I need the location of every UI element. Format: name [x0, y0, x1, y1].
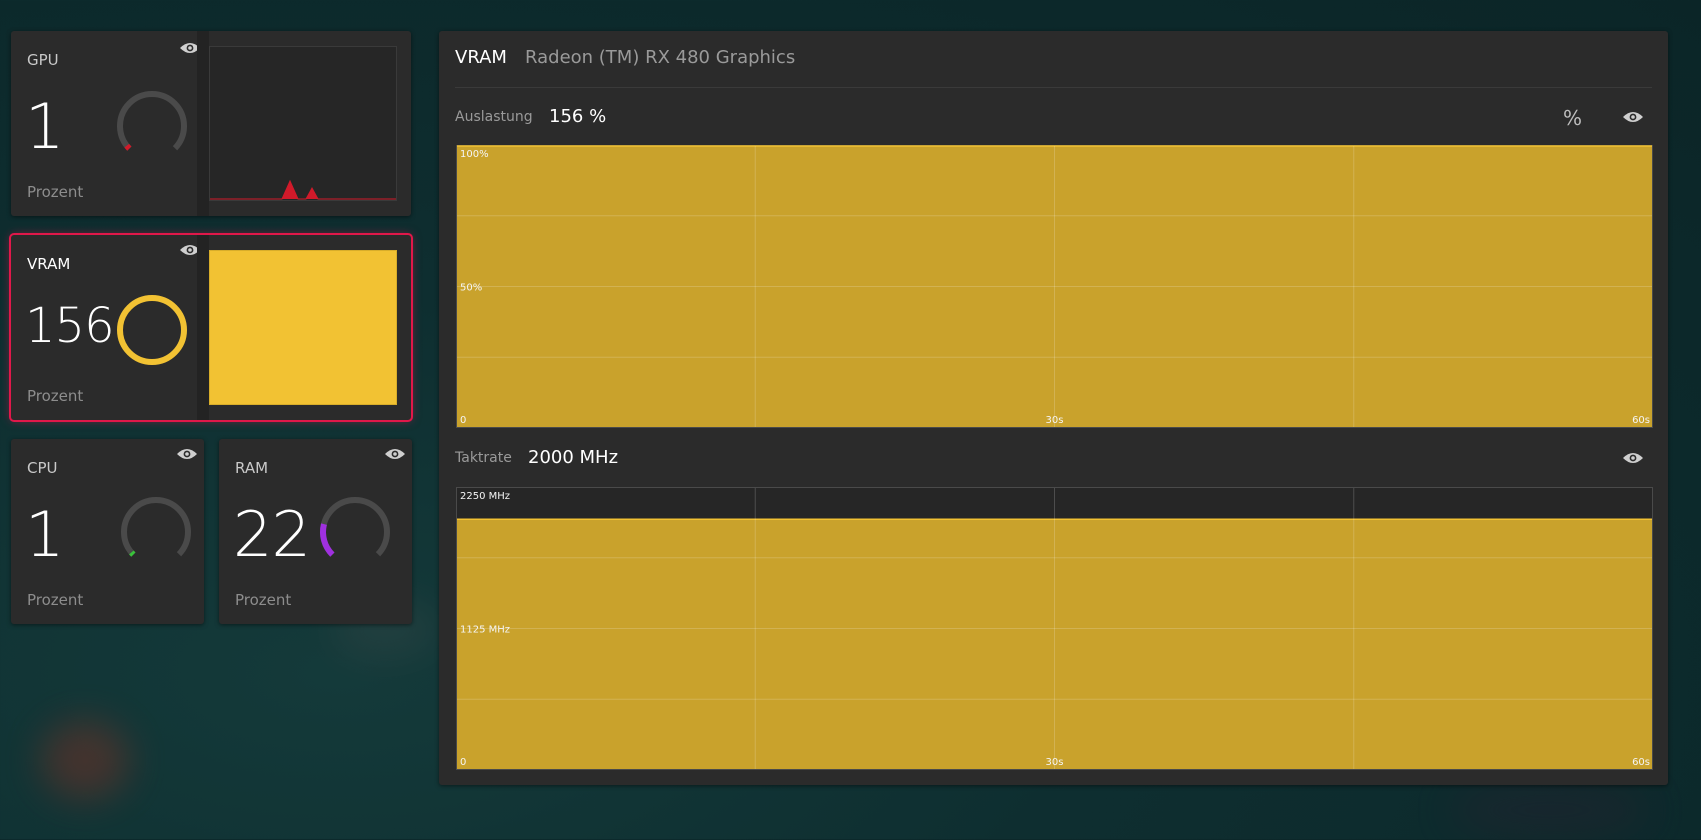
y-tick-label: 50% — [460, 283, 482, 294]
clock-chart: 2250 MHz 1125 MHz 0 30s 60s — [456, 487, 1653, 770]
vram-tile[interactable]: VRAM 156 Prozent — [9, 233, 413, 422]
background-blob — [1450, 780, 1650, 840]
usage-label: Auslastung — [455, 109, 533, 125]
tile-title: GPU — [27, 51, 59, 69]
tile-divider — [197, 31, 209, 216]
eye-icon[interactable] — [176, 447, 198, 461]
cpu-gauge — [121, 497, 191, 567]
ram-value: 22 — [233, 498, 311, 571]
clock-label: Taktrate — [455, 450, 512, 466]
unit-toggle-button[interactable]: % — [1563, 106, 1582, 130]
usage-value: 156 % — [549, 106, 607, 127]
tile-unit: Prozent — [27, 387, 84, 405]
tile-title: VRAM — [27, 255, 71, 273]
cpu-tile[interactable]: CPU 1 Prozent — [11, 439, 204, 624]
ram-tile[interactable]: RAM 22 Prozent — [219, 439, 412, 624]
x-tick-label: 0 — [460, 415, 466, 426]
tile-unit: Prozent — [27, 591, 84, 609]
tile-divider — [197, 235, 209, 420]
detail-title: VRAM — [455, 47, 507, 68]
vram-value: 156 — [25, 298, 115, 354]
gpu-sparkline — [209, 46, 397, 201]
tile-unit: Prozent — [27, 183, 84, 201]
eye-icon[interactable] — [1622, 451, 1644, 465]
x-tick-label: 60s — [1632, 757, 1650, 768]
gpu-value: 1 — [25, 90, 64, 163]
y-tick-label: 2250 MHz — [460, 491, 510, 502]
y-tick-label: 1125 MHz — [460, 625, 510, 636]
x-tick-label: 30s — [1046, 757, 1064, 768]
usage-chart: 100% 50% 0 30s 60s — [456, 145, 1653, 428]
background-blob — [40, 720, 130, 800]
x-tick-label: 60s — [1632, 415, 1650, 426]
clock-chart-svg: 2250 MHz 1125 MHz 0 30s 60s — [456, 487, 1653, 770]
detail-panel: VRAM Radeon (TM) RX 480 Graphics Auslast… — [439, 31, 1668, 785]
eye-icon[interactable] — [384, 447, 406, 461]
x-tick-label: 30s — [1046, 415, 1064, 426]
usage-chart-svg: 100% 50% 0 30s 60s — [456, 145, 1653, 428]
y-tick-label: 100% — [460, 149, 489, 160]
clock-value: 2000 MHz — [528, 447, 619, 468]
tile-title: RAM — [235, 459, 269, 477]
eye-icon[interactable] — [1622, 110, 1644, 124]
tile-unit: Prozent — [235, 591, 292, 609]
vram-gauge — [117, 295, 187, 365]
gpu-gauge — [117, 91, 187, 161]
tile-title: CPU — [27, 459, 58, 477]
device-name: Radeon (TM) RX 480 Graphics — [525, 47, 796, 68]
vram-sparkline — [209, 250, 397, 405]
ram-gauge — [320, 497, 390, 567]
divider — [455, 87, 1652, 88]
gpu-tile[interactable]: GPU 1 Prozent — [11, 31, 411, 216]
cpu-value: 1 — [25, 498, 64, 571]
x-tick-label: 0 — [460, 757, 466, 768]
